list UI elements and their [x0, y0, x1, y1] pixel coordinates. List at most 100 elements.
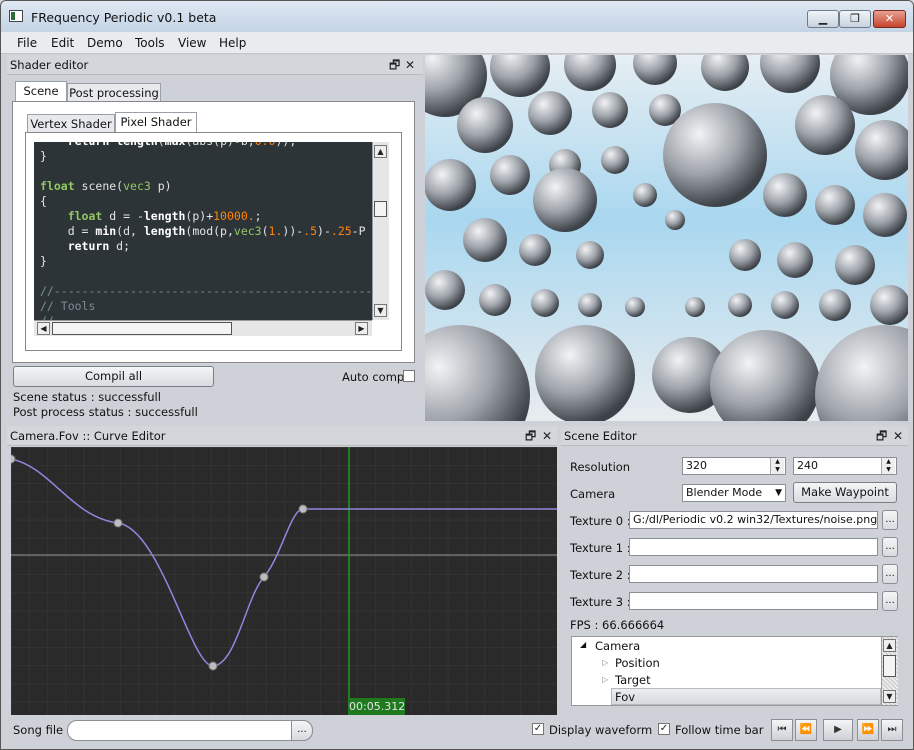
- spin-arrows-icon[interactable]: ▲ ▼: [770, 458, 784, 474]
- curve-keyframe[interactable]: [208, 661, 218, 671]
- collapse-arrow-icon[interactable]: ▷: [602, 675, 608, 684]
- curve-keyframe[interactable]: [298, 504, 308, 514]
- scroll-thumb[interactable]: [52, 322, 232, 335]
- curve-keyframe[interactable]: [259, 572, 269, 582]
- texture-3-field[interactable]: [629, 592, 878, 610]
- time-bar-label: 00:05.312: [349, 698, 406, 715]
- scroll-up-icon[interactable]: ▲: [883, 639, 896, 652]
- tree-item-selected: [611, 688, 881, 705]
- code-editor[interactable]: return length(max(abs(p)-b,0.0)); } floa…: [34, 142, 372, 320]
- song-file-label: Song file :: [13, 723, 71, 737]
- texture-1-field[interactable]: [629, 538, 878, 556]
- tree-item-camera[interactable]: Camera: [595, 639, 640, 653]
- app-icon: [9, 10, 23, 22]
- scroll-thumb[interactable]: [883, 655, 896, 677]
- resolution-width-value: 320: [686, 459, 707, 472]
- code-line: return length(max(abs(p)-b,0.0));: [40, 142, 297, 149]
- song-file-field[interactable]: [67, 720, 313, 741]
- close-panel-icon[interactable]: ✕: [405, 55, 415, 75]
- tree-item-position[interactable]: Position: [615, 656, 660, 670]
- undock-icon[interactable]: 🗗: [876, 426, 887, 446]
- tree-scrollbar[interactable]: ▲ ▼: [881, 637, 898, 705]
- scroll-up-icon[interactable]: ▲: [374, 145, 387, 158]
- song-file-browse-button[interactable]: ...: [291, 720, 313, 741]
- display-waveform-checkbox[interactable]: ✓: [532, 723, 544, 735]
- code-line: d = min(d, length(mod(p,vec3(1.))-.5)-.2…: [40, 224, 366, 238]
- texture-3-label: Texture 3 :: [570, 595, 631, 609]
- rendered-scene: [425, 55, 908, 421]
- shader-editor-title: Shader editor 🗗 ✕: [7, 55, 423, 75]
- code-horizontal-scrollbar[interactable]: ◀ ▶: [34, 320, 372, 336]
- texture-0-field[interactable]: G:/dl/Periodic v0.2 win32/Textures/noise…: [629, 511, 878, 529]
- texture-1-browse-button[interactable]: ...: [882, 537, 898, 557]
- curve-keyframe[interactable]: [113, 518, 123, 528]
- undock-icon[interactable]: 🗗: [525, 426, 536, 446]
- menu-help[interactable]: Help: [219, 36, 246, 50]
- code-line: }: [40, 149, 47, 163]
- texture-2-field[interactable]: [629, 565, 878, 583]
- texture-0-browse-button[interactable]: ...: [882, 510, 898, 530]
- menu-demo[interactable]: Demo: [87, 36, 123, 50]
- collapse-arrow-icon[interactable]: ▷: [602, 658, 608, 667]
- curve-editor-title-text: Camera.Fov :: Curve Editor: [10, 429, 166, 443]
- shader-editor-title-text: Shader editor: [10, 58, 89, 72]
- resolution-width-spinbox[interactable]: 320 ▲ ▼: [682, 457, 786, 475]
- curve-editor-canvas[interactable]: 00:05.312: [6, 447, 557, 715]
- scroll-down-icon[interactable]: ▼: [374, 304, 387, 317]
- code-line: // Tools: [40, 299, 96, 313]
- camera-mode-select[interactable]: Blender Mode ▼: [682, 484, 786, 502]
- skip-to-start-icon[interactable]: ⏮: [771, 719, 793, 741]
- menu-file[interactable]: File: [17, 36, 37, 50]
- scroll-down-icon[interactable]: ▼: [883, 690, 896, 703]
- auto-compil-label: Auto compil: [342, 370, 411, 384]
- fast-forward-icon[interactable]: ⏩: [857, 719, 879, 741]
- texture-2-browse-button[interactable]: ...: [882, 564, 898, 584]
- texture-2-label: Texture 2 :: [570, 568, 631, 582]
- undock-icon[interactable]: 🗗: [389, 55, 400, 75]
- code-line: return d;: [67, 239, 131, 253]
- title-bar: FRequency Periodic v0.1 beta ▁ ❐ ✕: [1, 1, 913, 32]
- rewind-icon[interactable]: ⏪: [795, 719, 817, 741]
- scroll-thumb[interactable]: [374, 201, 387, 217]
- resolution-label: Resolution: [570, 460, 631, 474]
- camera-mode-value: Blender Mode: [686, 486, 763, 499]
- expand-arrow-icon[interactable]: ◢: [580, 640, 586, 649]
- minimize-button[interactable]: ▁: [807, 10, 839, 28]
- scene-tree[interactable]: ◢ Camera ▷ Position ▷ Target Fov ▲ ▼: [571, 636, 898, 706]
- texture-0-label: Texture 0 :: [570, 514, 631, 528]
- main-window: FRequency Periodic v0.1 beta ▁ ❐ ✕ File …: [0, 0, 914, 750]
- menu-edit[interactable]: Edit: [51, 36, 74, 50]
- scroll-right-icon[interactable]: ▶: [355, 322, 368, 335]
- auto-compil-checkbox[interactable]: [403, 370, 415, 382]
- fps-readout: FPS : 66.666664: [570, 618, 665, 632]
- curve-editor-title: Camera.Fov :: Curve Editor 🗗 ✕: [7, 426, 557, 446]
- curve-keyframe[interactable]: [6, 454, 16, 464]
- tree-item-target[interactable]: Target: [615, 673, 651, 687]
- code-vertical-scrollbar[interactable]: ▲ ▼: [372, 142, 389, 320]
- code-line: {: [40, 194, 47, 208]
- make-waypoint-button[interactable]: Make Waypoint: [793, 482, 897, 503]
- tree-item-fov[interactable]: Fov: [615, 690, 635, 704]
- scroll-left-icon[interactable]: ◀: [37, 322, 50, 335]
- menu-tools[interactable]: Tools: [135, 36, 165, 50]
- play-icon[interactable]: ▶: [823, 719, 853, 741]
- tab-post-processing[interactable]: Post processing: [67, 83, 161, 102]
- menu-view[interactable]: View: [178, 36, 206, 50]
- texture-3-browse-button[interactable]: ...: [882, 591, 898, 611]
- skip-to-end-icon[interactable]: ⏭: [881, 719, 903, 741]
- follow-time-bar-checkbox[interactable]: ✓: [658, 723, 670, 735]
- close-panel-icon[interactable]: ✕: [893, 426, 903, 446]
- maximize-button[interactable]: ❐: [839, 10, 871, 28]
- scene-editor-title-text: Scene Editor: [564, 429, 637, 443]
- render-viewport[interactable]: [425, 55, 908, 421]
- spin-arrows-icon[interactable]: ▲ ▼: [881, 458, 895, 474]
- resolution-height-spinbox[interactable]: 240 ▲ ▼: [793, 457, 897, 475]
- tab-vertex-shader[interactable]: Vertex Shader: [27, 114, 115, 133]
- tab-pixel-shader[interactable]: Pixel Shader: [115, 112, 197, 133]
- code-line: float d = -length(p)+10000.;: [67, 209, 262, 223]
- close-panel-icon[interactable]: ✕: [542, 426, 552, 446]
- code-line: float scene(vec3 p): [40, 179, 172, 193]
- close-button[interactable]: ✕: [873, 10, 906, 28]
- compile-all-button[interactable]: Compil all: [13, 366, 214, 387]
- tab-scene[interactable]: Scene: [15, 81, 67, 102]
